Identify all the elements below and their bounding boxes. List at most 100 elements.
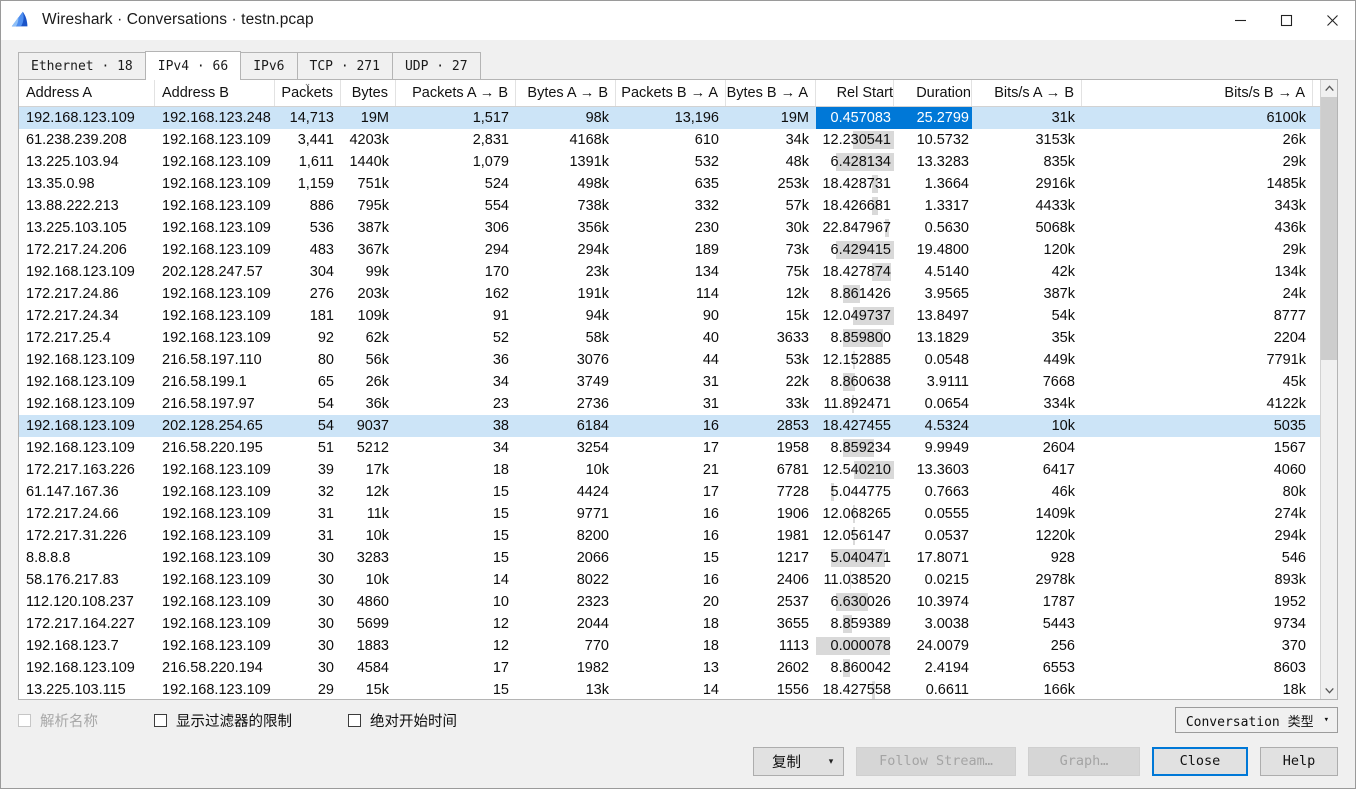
cell-pkt-ab[interactable]: 12 bbox=[396, 635, 516, 657]
cell-addr-a[interactable]: 192.168.123.109 bbox=[19, 393, 155, 415]
cell-byt-ab[interactable]: 3254 bbox=[516, 437, 616, 459]
cell-addr-b[interactable]: 192.168.123.109 bbox=[155, 503, 275, 525]
cell-dur[interactable]: 13.3603 bbox=[894, 459, 972, 481]
cell-addr-b[interactable]: 192.168.123.109 bbox=[155, 327, 275, 349]
cell-bps-ab[interactable]: 334k bbox=[972, 393, 1082, 415]
cell-pkt-ab[interactable]: 38 bbox=[396, 415, 516, 437]
cell-pkt-ab[interactable]: 91 bbox=[396, 305, 516, 327]
cell-addr-b[interactable]: 192.168.123.109 bbox=[155, 459, 275, 481]
cell-byt-ab[interactable]: 4424 bbox=[516, 481, 616, 503]
cell-byt-ba[interactable]: 22k bbox=[726, 371, 816, 393]
cell-pkt-ab[interactable]: 34 bbox=[396, 437, 516, 459]
cell-byt-ab[interactable]: 8200 bbox=[516, 525, 616, 547]
cell-packets[interactable]: 30 bbox=[275, 591, 341, 613]
cell-bps-ba[interactable]: 893k bbox=[1082, 569, 1313, 591]
cell-bytes[interactable]: 12k bbox=[341, 481, 396, 503]
column-header-bps-ba[interactable]: Bits/s B → A bbox=[1082, 80, 1313, 106]
cell-pkt-ab[interactable]: 18 bbox=[396, 459, 516, 481]
column-header-bps-ab[interactable]: Bits/s A → B bbox=[972, 80, 1082, 106]
cell-addr-a[interactable]: 58.176.217.83 bbox=[19, 569, 155, 591]
cell-addr-a[interactable]: 172.217.25.4 bbox=[19, 327, 155, 349]
cell-rel[interactable]: 12.056147 bbox=[816, 525, 894, 547]
scrollbar-track[interactable] bbox=[1321, 97, 1337, 682]
cell-byt-ba[interactable]: 7728 bbox=[726, 481, 816, 503]
cell-rel[interactable]: 8.859800 bbox=[816, 327, 894, 349]
column-header-packets[interactable]: Packets ⌄ bbox=[275, 80, 341, 106]
cell-addr-b[interactable]: 192.168.123.109 bbox=[155, 591, 275, 613]
cell-byt-ba[interactable]: 2602 bbox=[726, 657, 816, 679]
cell-byt-ab[interactable]: 4168k bbox=[516, 129, 616, 151]
cell-byt-ba[interactable]: 34k bbox=[726, 129, 816, 151]
cell-pkt-ba[interactable]: 44 bbox=[616, 349, 726, 371]
cell-byt-ba[interactable]: 75k bbox=[726, 261, 816, 283]
cell-addr-b[interactable]: 192.168.123.109 bbox=[155, 195, 275, 217]
cell-byt-ab[interactable]: 738k bbox=[516, 195, 616, 217]
cell-pkt-ba[interactable]: 17 bbox=[616, 481, 726, 503]
cell-bytes[interactable]: 4860 bbox=[341, 591, 396, 613]
table-row[interactable]: 192.168.123.109 202.128.254.65 54 9037 38 618… bbox=[19, 415, 1320, 437]
cell-packets[interactable]: 30 bbox=[275, 613, 341, 635]
copy-button[interactable]: 复制 ▾ bbox=[753, 746, 844, 776]
cell-dur[interactable]: 3.9565 bbox=[894, 283, 972, 305]
cell-byt-ba[interactable]: 30k bbox=[726, 217, 816, 239]
cell-addr-b[interactable]: 192.168.123.109 bbox=[155, 481, 275, 503]
cell-addr-b[interactable]: 192.168.123.109 bbox=[155, 679, 275, 699]
cell-packets[interactable]: 30 bbox=[275, 569, 341, 591]
cell-bps-ab[interactable]: 10k bbox=[972, 415, 1082, 437]
cell-addr-a[interactable]: 172.217.24.66 bbox=[19, 503, 155, 525]
absolute-start-time-checkbox[interactable]: 绝对开始时间 bbox=[348, 710, 457, 731]
cell-dur[interactable]: 2.4194 bbox=[894, 657, 972, 679]
cell-pkt-ba[interactable]: 31 bbox=[616, 393, 726, 415]
cell-bytes[interactable]: 56k bbox=[341, 349, 396, 371]
cell-pkt-ab[interactable]: 14 bbox=[396, 569, 516, 591]
table-row[interactable]: 172.217.31.226 192.168.123.109 31 10k 15 8200… bbox=[19, 525, 1320, 547]
cell-pkt-ba[interactable]: 635 bbox=[616, 173, 726, 195]
cell-byt-ba[interactable]: 6781 bbox=[726, 459, 816, 481]
cell-pkt-ab[interactable]: 1,079 bbox=[396, 151, 516, 173]
cell-bytes[interactable]: 751k bbox=[341, 173, 396, 195]
cell-pkt-ba[interactable]: 17 bbox=[616, 437, 726, 459]
cell-packets[interactable]: 30 bbox=[275, 657, 341, 679]
cell-bps-ab[interactable]: 2978k bbox=[972, 569, 1082, 591]
cell-pkt-ba[interactable]: 16 bbox=[616, 569, 726, 591]
cell-bps-ab[interactable]: 42k bbox=[972, 261, 1082, 283]
conversation-type-dropdown[interactable]: Conversation 类型 ▾ bbox=[1174, 707, 1338, 733]
cell-bps-ba[interactable]: 29k bbox=[1082, 151, 1313, 173]
cell-bps-ab[interactable]: 1787 bbox=[972, 591, 1082, 613]
cell-packets[interactable]: 54 bbox=[275, 415, 341, 437]
cell-bps-ab[interactable]: 1220k bbox=[972, 525, 1082, 547]
cell-pkt-ba[interactable]: 189 bbox=[616, 239, 726, 261]
cell-addr-b[interactable]: 216.58.220.194 bbox=[155, 657, 275, 679]
cell-pkt-ba[interactable]: 114 bbox=[616, 283, 726, 305]
cell-dur[interactable]: 24.0079 bbox=[894, 635, 972, 657]
cell-rel[interactable]: 12.540210 bbox=[816, 459, 894, 481]
cell-addr-a[interactable]: 172.217.163.226 bbox=[19, 459, 155, 481]
cell-pkt-ba[interactable]: 20 bbox=[616, 591, 726, 613]
cell-byt-ab[interactable]: 191k bbox=[516, 283, 616, 305]
cell-dur[interactable]: 0.0215 bbox=[894, 569, 972, 591]
cell-addr-a[interactable]: 13.225.103.94 bbox=[19, 151, 155, 173]
cell-packets[interactable]: 31 bbox=[275, 503, 341, 525]
tab-ethernet[interactable]: Ethernet · 18 bbox=[18, 52, 146, 79]
cell-dur[interactable]: 25.2799 bbox=[894, 107, 972, 129]
minimize-button[interactable] bbox=[1217, 1, 1263, 40]
table-row[interactable]: 172.217.24.66 192.168.123.109 31 11k 15 9771 1… bbox=[19, 503, 1320, 525]
cell-pkt-ab[interactable]: 306 bbox=[396, 217, 516, 239]
cell-byt-ba[interactable]: 1556 bbox=[726, 679, 816, 699]
cell-pkt-ba[interactable]: 18 bbox=[616, 635, 726, 657]
cell-byt-ba[interactable]: 253k bbox=[726, 173, 816, 195]
cell-addr-a[interactable]: 192.168.123.109 bbox=[19, 107, 155, 129]
cell-packets[interactable]: 32 bbox=[275, 481, 341, 503]
cell-byt-ab[interactable]: 10k bbox=[516, 459, 616, 481]
cell-bps-ba[interactable]: 134k bbox=[1082, 261, 1313, 283]
cell-pkt-ba[interactable]: 16 bbox=[616, 503, 726, 525]
cell-rel[interactable]: 8.860638 bbox=[816, 371, 894, 393]
table-row[interactable]: 61.147.167.36 192.168.123.109 32 12k 15 4424 1… bbox=[19, 481, 1320, 503]
tab-tcp[interactable]: TCP · 271 bbox=[296, 52, 393, 79]
cell-dur[interactable]: 9.9949 bbox=[894, 437, 972, 459]
cell-rel[interactable]: 0.457083 bbox=[816, 107, 894, 129]
cell-dur[interactable]: 0.0537 bbox=[894, 525, 972, 547]
cell-bps-ba[interactable]: 5035 bbox=[1082, 415, 1313, 437]
cell-pkt-ab[interactable]: 15 bbox=[396, 481, 516, 503]
cell-pkt-ba[interactable]: 16 bbox=[616, 415, 726, 437]
